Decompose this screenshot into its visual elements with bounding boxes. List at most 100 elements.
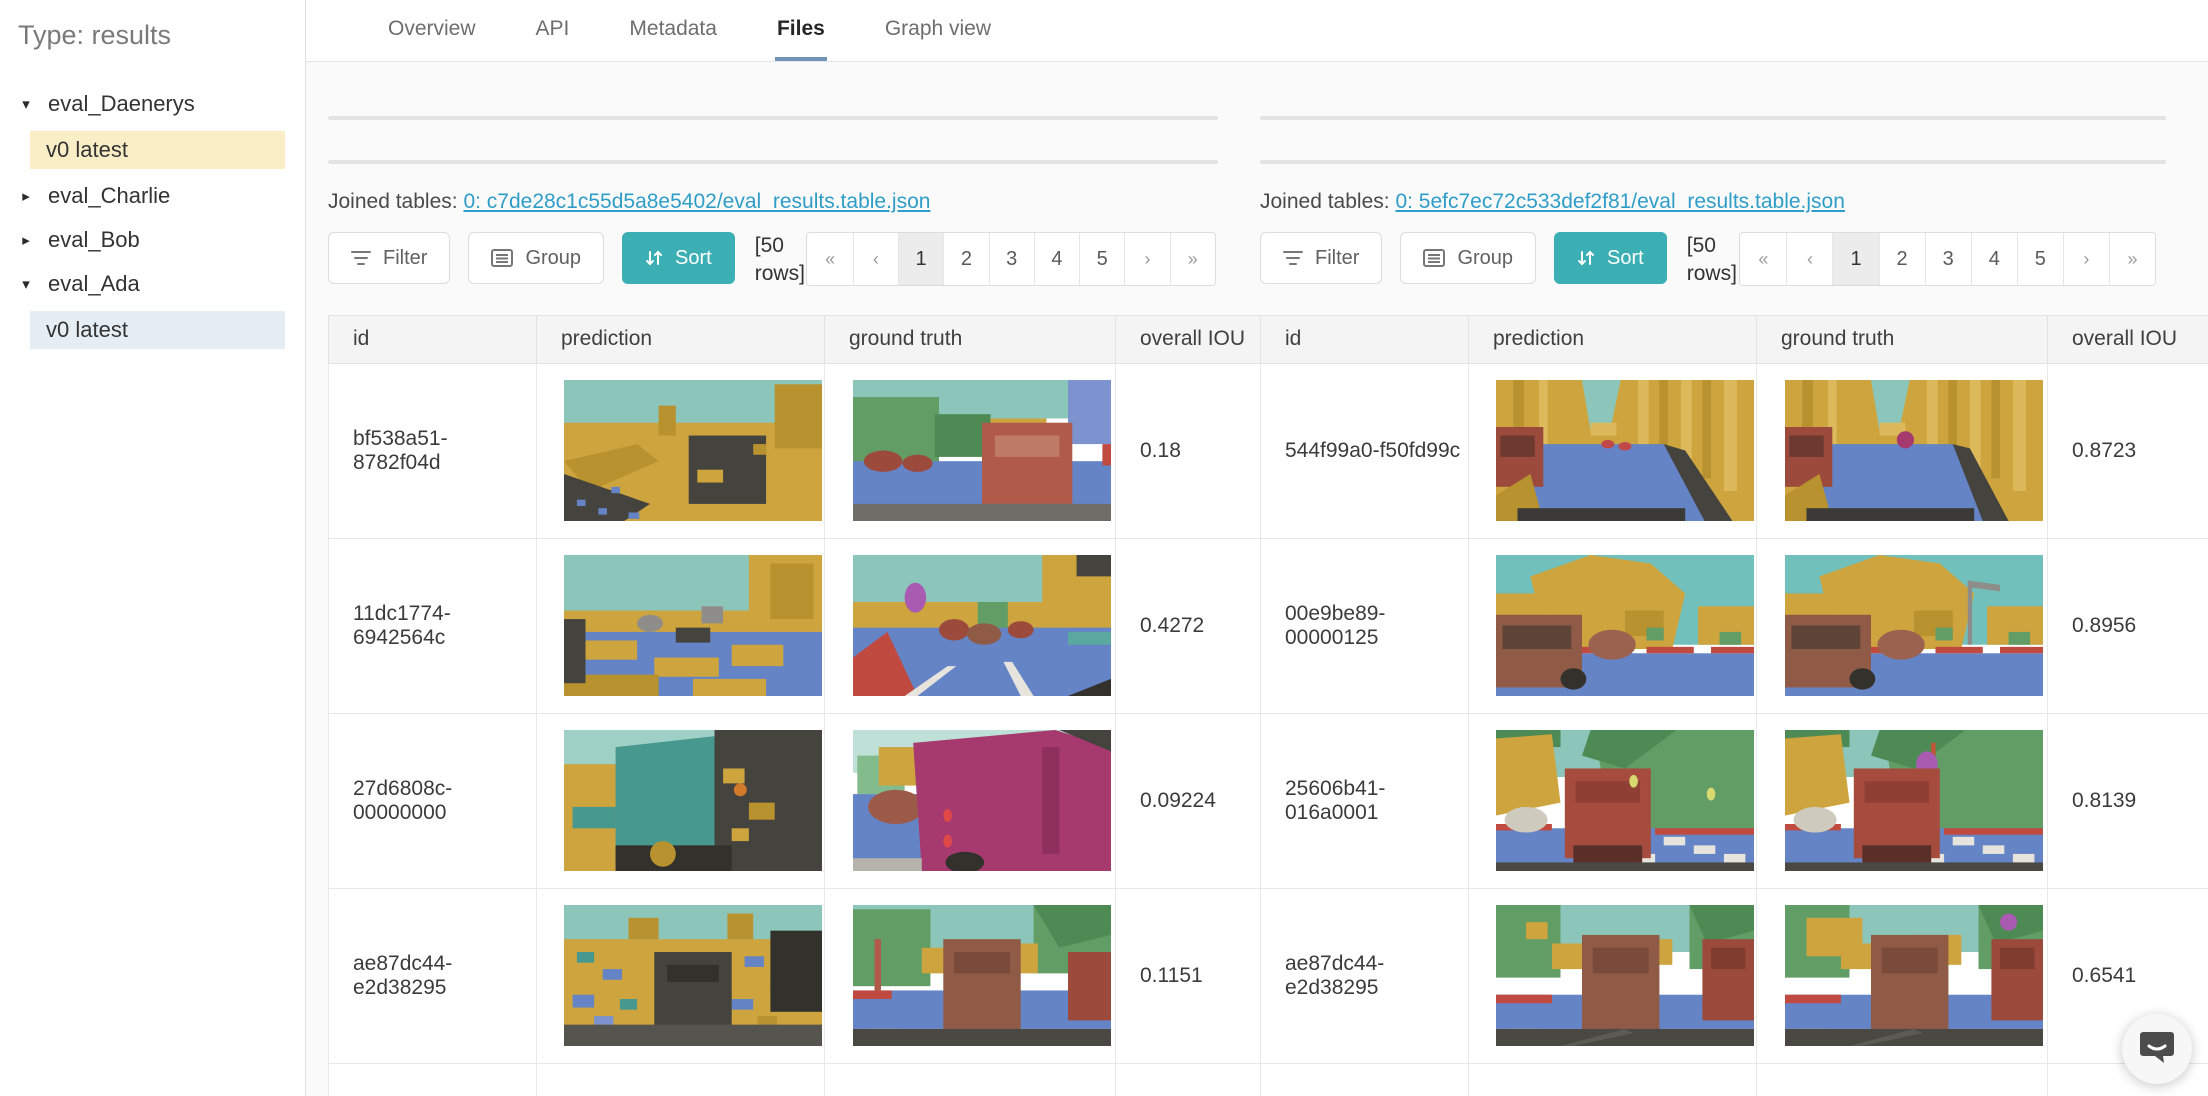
- segmentation-image[interactable]: [1495, 905, 1754, 1047]
- sidebar-item-eval_Charlie[interactable]: ▸ eval_Charlie: [18, 179, 305, 213]
- panel-right: Joined tables: 0: 5efc7ec72c533def2f81/e…: [1260, 62, 2208, 1096]
- segmentation-image[interactable]: [563, 380, 822, 522]
- cell-prediction-image[interactable]: [536, 712, 825, 889]
- column-header-prediction[interactable]: prediction: [1468, 314, 1757, 364]
- segmentation-image[interactable]: [1495, 730, 1754, 872]
- version-item-eval_Ada[interactable]: v0 latest: [30, 311, 285, 349]
- column-header-id[interactable]: id: [1260, 314, 1469, 364]
- pagination-page-5[interactable]: 5: [1079, 233, 1125, 285]
- divider: [1260, 116, 2166, 120]
- cell-overall-iou: 0.18: [1115, 362, 1261, 539]
- pagination-page-4[interactable]: 4: [1033, 233, 1080, 285]
- pagination-page-2[interactable]: 2: [943, 233, 989, 285]
- chevron-right-icon[interactable]: ▸: [18, 231, 34, 249]
- pagination-nav-button[interactable]: ‹: [1786, 233, 1833, 285]
- column-header-ground-truth[interactable]: ground truth: [1756, 314, 2048, 364]
- pagination-nav-button[interactable]: ›: [2062, 233, 2109, 285]
- chevron-down-icon[interactable]: ▾: [18, 275, 34, 293]
- cell-ground-truth-image[interactable]: [1756, 362, 2048, 539]
- cell-ground-truth-image[interactable]: [824, 712, 1116, 889]
- pagination-page-1[interactable]: 1: [1832, 233, 1879, 285]
- segmentation-image[interactable]: [563, 730, 822, 872]
- cell-prediction-image[interactable]: [536, 537, 825, 714]
- cell-overall-iou: 0.4272: [1115, 537, 1261, 714]
- segmentation-image[interactable]: [1785, 730, 2043, 872]
- cell-ground-truth-image[interactable]: [824, 362, 1116, 539]
- pagination-page-5[interactable]: 5: [2016, 233, 2063, 285]
- column-header-prediction[interactable]: prediction: [536, 314, 825, 364]
- sidebar-title: Type: results: [18, 20, 172, 50]
- filter-icon: [1283, 250, 1303, 266]
- segmentation-image[interactable]: [1785, 905, 2043, 1047]
- cell-prediction-image[interactable]: [1468, 537, 1757, 714]
- main-panel: Overview API Metadata Files Graph view J…: [306, 0, 2208, 1096]
- pagination-page-3[interactable]: 3: [988, 233, 1034, 285]
- sort-button[interactable]: Sort: [1554, 232, 1667, 284]
- group-button[interactable]: Group: [468, 232, 605, 284]
- chat-launcher-button[interactable]: [2122, 1014, 2192, 1084]
- cell-ground-truth-image[interactable]: [824, 887, 1116, 1064]
- segmentation-image[interactable]: [853, 555, 1111, 697]
- tab-files[interactable]: Files: [774, 0, 827, 61]
- pagination-page-1[interactable]: 1: [897, 233, 944, 285]
- segmentation-image[interactable]: [1785, 555, 2043, 697]
- table-row: 00e9be89-00000125 0.8956: [1260, 537, 2208, 714]
- segmentation-image[interactable]: [853, 380, 1111, 522]
- sidebar-item-eval_Ada[interactable]: ▾ eval_Ada: [18, 267, 305, 301]
- group-button[interactable]: Group: [1400, 232, 1537, 284]
- chevron-right-icon[interactable]: ▸: [18, 187, 34, 205]
- row-count: [50 rows]: [754, 234, 805, 286]
- empty-cell: [328, 1062, 537, 1096]
- empty-cell: [1260, 1062, 1469, 1096]
- pagination-page-3[interactable]: 3: [1924, 233, 1971, 285]
- sort-arrows-icon: [645, 249, 663, 267]
- pagination-page-2[interactable]: 2: [1878, 233, 1925, 285]
- segmentation-image[interactable]: [853, 730, 1111, 872]
- filter-button[interactable]: Filter: [1260, 232, 1383, 284]
- pagination-nav-button[interactable]: «: [807, 233, 853, 285]
- column-header-overall-iou[interactable]: overall IOU: [1115, 314, 1261, 364]
- sidebar-item-eval_Bob[interactable]: ▸ eval_Bob: [18, 223, 305, 257]
- sidebar-item-eval_Daenerys[interactable]: ▾ eval_Daenerys: [18, 87, 305, 121]
- segmentation-image[interactable]: [1495, 555, 1754, 697]
- pagination-nav-button[interactable]: ›: [1124, 233, 1170, 285]
- filter-button[interactable]: Filter: [328, 232, 451, 284]
- version-item-eval_Daenerys[interactable]: v0 latest: [30, 131, 285, 169]
- table-row: 25606b41-016a0001 0.8139: [1260, 712, 2208, 889]
- column-header-overall-iou[interactable]: overall IOU: [2047, 314, 2208, 364]
- tab-graph-view[interactable]: Graph view: [883, 0, 993, 61]
- joined-tables-link[interactable]: 0: c7de28c1c55d5a8e5402/eval_results.tab…: [463, 190, 930, 213]
- empty-cell: [1468, 1062, 1757, 1096]
- cell-ground-truth-image[interactable]: [1756, 712, 2048, 889]
- tab-overview[interactable]: Overview: [386, 0, 478, 61]
- cell-ground-truth-image[interactable]: [1756, 537, 2048, 714]
- segmentation-image[interactable]: [1785, 380, 2043, 522]
- segmentation-image[interactable]: [1495, 380, 1754, 522]
- sort-button[interactable]: Sort: [622, 232, 735, 284]
- pagination-nav-button[interactable]: »: [1169, 233, 1215, 285]
- cell-prediction-image[interactable]: [1468, 887, 1757, 1064]
- chevron-down-icon[interactable]: ▾: [18, 95, 34, 113]
- divider: [328, 160, 1218, 164]
- pagination-nav-button[interactable]: ‹: [852, 233, 898, 285]
- segmentation-image[interactable]: [563, 555, 822, 697]
- cell-ground-truth-image[interactable]: [824, 537, 1116, 714]
- segmentation-image[interactable]: [563, 905, 822, 1047]
- tab-metadata[interactable]: Metadata: [627, 0, 719, 61]
- pagination-page-4[interactable]: 4: [1970, 233, 2017, 285]
- column-header-ground-truth[interactable]: ground truth: [824, 314, 1116, 364]
- segmentation-image[interactable]: [853, 905, 1111, 1047]
- column-header-id[interactable]: id: [328, 314, 537, 364]
- cell-ground-truth-image[interactable]: [1756, 887, 2048, 1064]
- tab-bar: Overview API Metadata Files Graph view: [306, 0, 2208, 62]
- cell-prediction-image[interactable]: [536, 887, 825, 1064]
- cell-prediction-image[interactable]: [1468, 712, 1757, 889]
- pagination-nav-button[interactable]: «: [1740, 233, 1787, 285]
- cell-prediction-image[interactable]: [536, 362, 825, 539]
- joined-tables-link[interactable]: 0: 5efc7ec72c533def2f81/eval_results.tab…: [1395, 190, 1844, 213]
- tab-api[interactable]: API: [534, 0, 572, 61]
- cell-prediction-image[interactable]: [1468, 362, 1757, 539]
- chat-bubble-icon: [2139, 1030, 2175, 1069]
- pagination-nav-button[interactable]: »: [2108, 233, 2156, 285]
- table-row: bf538a51-8782f04d 0.18: [328, 362, 1261, 539]
